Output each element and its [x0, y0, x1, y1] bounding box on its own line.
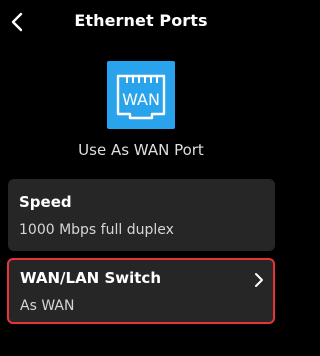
ethernet-ports-screen: Ethernet Ports WAN Use As WAN Port Speed… — [0, 0, 282, 356]
wan-lan-switch-value: As WAN — [20, 298, 75, 314]
page-title: Ethernet Ports — [74, 11, 208, 30]
ethernet-port-icon: WAN — [107, 61, 175, 129]
speed-label: Speed — [19, 193, 72, 211]
port-icon-text: WAN — [122, 90, 160, 109]
port-caption: Use As WAN Port — [78, 141, 204, 159]
header: Ethernet Ports — [0, 0, 282, 44]
wan-lan-switch-label: WAN/LAN Switch — [20, 269, 161, 287]
chevron-right-icon — [254, 272, 264, 288]
speed-card: Speed 1000 Mbps full duplex — [8, 179, 275, 251]
wan-lan-switch-row[interactable]: WAN/LAN Switch As WAN — [7, 258, 275, 324]
speed-value: 1000 Mbps full duplex — [19, 222, 174, 238]
